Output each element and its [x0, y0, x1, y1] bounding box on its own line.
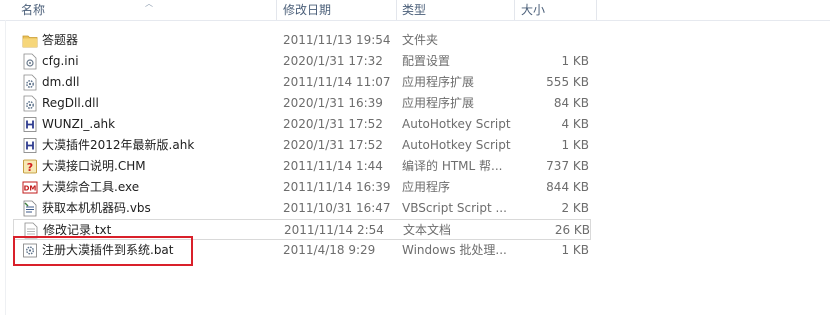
sort-arrow-icon: ︿ — [145, 0, 153, 8]
file-date: 2011/11/14 2:54 — [284, 223, 384, 237]
config-file-icon — [23, 53, 37, 70]
pane-border — [5, 20, 6, 315]
ahk-script-icon — [23, 138, 37, 153]
file-row[interactable]: WUNZI_.ahk 2020/1/31 17:52 AutoHotkey Sc… — [13, 114, 591, 135]
file-type: 应用程序扩展 — [402, 96, 475, 110]
file-row[interactable]: cfg.ini 2020/1/31 17:32 配置设置 1 KB — [13, 51, 591, 72]
file-row[interactable]: 获取本机机器码.vbs 2011/10/31 16:47 VBScript Sc… — [13, 198, 591, 219]
file-row[interactable]: DM 大漠综合工具.exe 2011/11/14 16:39 应用程序 844 … — [13, 177, 591, 198]
file-name: 大漠综合工具.exe — [42, 180, 140, 194]
file-date: 2020/1/31 16:39 — [283, 96, 383, 110]
file-name: 获取本机机器码.vbs — [42, 201, 151, 215]
file-date: 2011/11/13 19:54 — [283, 33, 391, 47]
file-name: 答题器 — [42, 33, 79, 47]
file-date: 2020/1/31 17:52 — [283, 117, 383, 131]
file-size: 84 KB — [553, 96, 589, 110]
file-name: 大漠插件2012年最新版.ahk — [42, 138, 195, 152]
vbs-script-icon — [23, 200, 37, 217]
file-type: 文本文档 — [403, 223, 452, 237]
file-date: 2011/11/14 11:07 — [283, 75, 391, 89]
red-highlight-box — [13, 236, 193, 266]
file-name: cfg.ini — [42, 54, 79, 68]
file-size — [509, 30, 589, 51]
column-type[interactable]: 类型 — [402, 0, 426, 20]
column-name[interactable]: 名称 — [21, 0, 45, 20]
ahk-script-icon — [23, 117, 37, 132]
dm-app-icon: DM — [22, 181, 38, 194]
file-size: 1 KB — [561, 138, 589, 152]
file-type: 配置设置 — [402, 54, 451, 68]
file-type: AutoHotkey Script — [402, 138, 511, 152]
file-name: RegDll.dll — [42, 96, 99, 110]
chm-help-icon: ? — [23, 159, 37, 174]
file-type: 文件夹 — [402, 33, 439, 47]
column-size[interactable]: 大小 — [521, 0, 545, 20]
file-type: Windows 批处理... — [402, 243, 507, 257]
file-date: 2020/1/31 17:52 — [283, 138, 383, 152]
file-date: 2011/4/18 9:29 — [283, 243, 376, 257]
file-row[interactable]: RegDll.dll 2020/1/31 16:39 应用程序扩展 84 KB — [13, 93, 591, 114]
file-row[interactable]: 大漠插件2012年最新版.ahk 2020/1/31 17:52 AutoHot… — [13, 135, 591, 156]
file-date: 2011/11/14 1:44 — [283, 159, 383, 173]
file-size: 844 KB — [546, 180, 589, 194]
file-row[interactable]: ? 大漠接口说明.CHM 2011/11/14 1:44 编译的 HTML 帮.… — [13, 156, 591, 177]
file-type: 编译的 HTML 帮... — [402, 159, 503, 173]
dll-file-icon — [23, 95, 37, 112]
file-size: 2 KB — [561, 201, 589, 215]
file-type: 应用程序扩展 — [402, 75, 475, 89]
file-row[interactable]: 答题器 2011/11/13 19:54 文件夹 — [13, 30, 591, 51]
svg-text:DM: DM — [24, 185, 37, 193]
file-row[interactable]: dm.dll 2011/11/14 11:07 应用程序扩展 555 KB — [13, 72, 591, 93]
column-divider[interactable] — [514, 0, 515, 20]
file-size: 737 KB — [546, 159, 589, 173]
folder-icon — [22, 35, 38, 48]
file-type: AutoHotkey Script — [402, 117, 511, 131]
file-type: 应用程序 — [402, 180, 451, 194]
file-name: WUNZI_.ahk — [42, 117, 116, 131]
file-date: 2011/10/31 16:47 — [283, 201, 391, 215]
file-size: 1 KB — [561, 54, 589, 68]
column-header: ︿ 名称 修改日期 类型 大小 — [0, 0, 830, 21]
file-date: 2011/11/14 16:39 — [283, 180, 391, 194]
file-date: 2020/1/31 17:32 — [283, 54, 383, 68]
column-date[interactable]: 修改日期 — [283, 0, 331, 20]
file-size: 26 KB — [554, 223, 590, 237]
file-size: 555 KB — [546, 75, 589, 89]
svg-text:?: ? — [27, 161, 33, 174]
dll-file-icon — [23, 74, 37, 91]
file-type: VBScript Script ... — [402, 201, 507, 215]
file-size: 4 KB — [561, 117, 589, 131]
file-size: 1 KB — [561, 243, 589, 257]
column-divider[interactable] — [596, 0, 597, 20]
column-divider[interactable] — [276, 0, 277, 20]
file-name: dm.dll — [42, 75, 80, 89]
column-divider[interactable] — [396, 0, 397, 20]
file-name: 大漠接口说明.CHM — [42, 159, 146, 173]
